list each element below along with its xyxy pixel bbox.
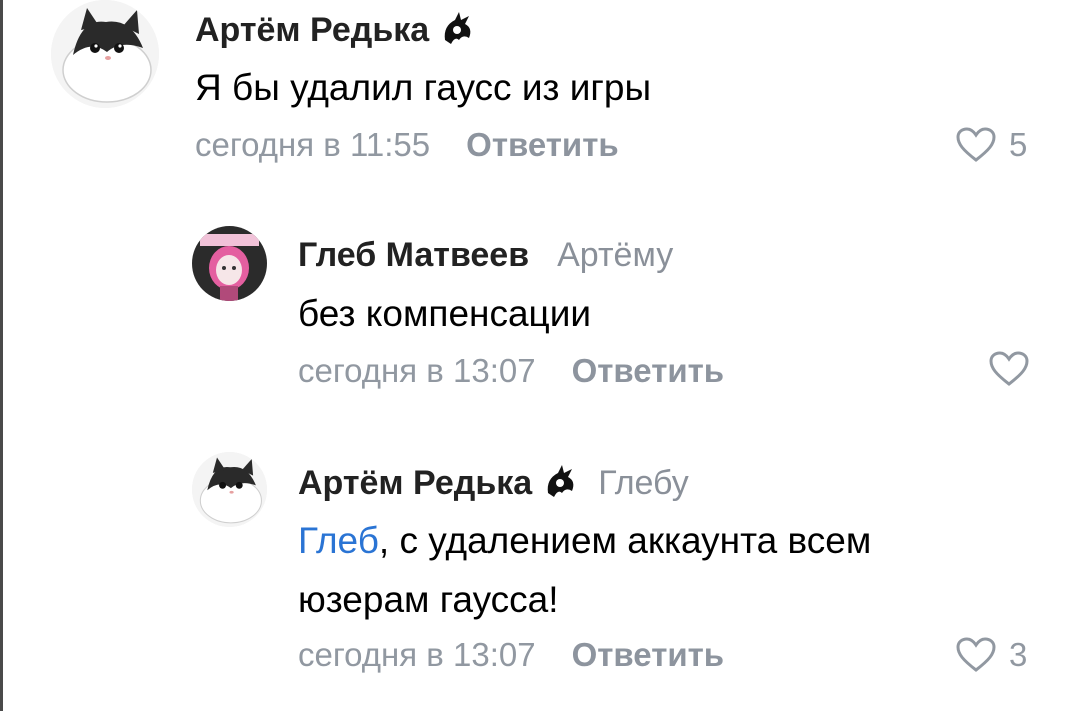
comment-date: сегодня в 13:07 (298, 636, 536, 673)
cat-avatar-icon (192, 452, 267, 527)
like-button[interactable]: 3 (955, 636, 1027, 674)
comment-meta: сегодня в 13:07 Ответить (298, 636, 724, 674)
reply-to[interactable]: Глебу (598, 464, 689, 503)
comment-text-line1: Глеб, с удалением аккаунта всем (298, 513, 871, 569)
author-name[interactable]: Артём Редька (298, 464, 532, 503)
comment-text-part: , с удалением аккаунта всем (378, 520, 872, 561)
heart-icon (956, 637, 996, 672)
comment-3: Артём Редька Глебу Глеб, с удалением акк… (0, 0, 1080, 711)
author-line: Артём Редька Глебу (298, 463, 689, 503)
avatar-cat[interactable] (192, 452, 267, 527)
dragon-badge-icon (547, 465, 574, 497)
mention-link[interactable]: Глеб (298, 520, 379, 561)
comment-text-line2: юзерам гаусса! (298, 579, 559, 620)
reply-button[interactable]: Ответить (572, 636, 725, 674)
like-count: 3 (1009, 636, 1028, 673)
